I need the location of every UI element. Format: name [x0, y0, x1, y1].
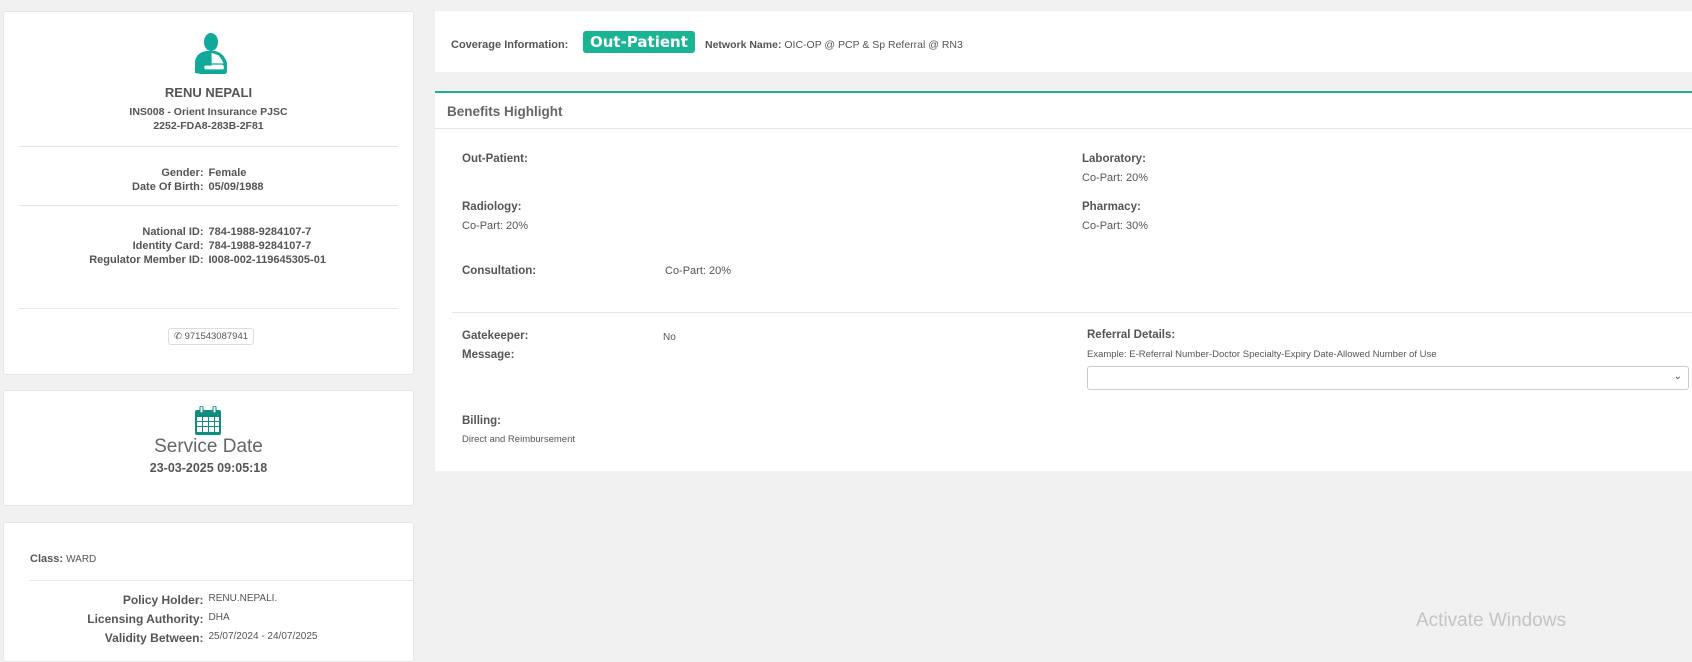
licensing-row: Licensing Authority: DHA	[4, 612, 413, 626]
policy-holder-row: Policy Holder: RENU.NEPALI.	[4, 593, 413, 607]
chevron-down-icon: ⌄	[1673, 371, 1682, 382]
phone-badge[interactable]: ✆ 971543087941	[168, 328, 255, 345]
member-card: RENU NEPALI INS008 - Orient Insurance PJ…	[3, 11, 414, 375]
regulator-label: Regulator Member ID:	[89, 254, 204, 266]
national-id-value: 784-1988-9284107-7	[208, 226, 312, 238]
service-date-card: Service Date 23-03-2025 09:05:18	[3, 390, 414, 506]
consultation-label: Consultation:	[462, 265, 537, 277]
patient-icon	[195, 33, 227, 74]
coverage-label: Coverage Information:	[451, 39, 569, 51]
billing-value: Direct and Reimbursement	[462, 434, 575, 445]
billing-label: Billing:	[462, 415, 501, 427]
licensing-label: Licensing Authority:	[87, 612, 204, 626]
validity-value: 25/07/2024 - 24/07/2025	[208, 631, 318, 642]
class-value: WARD	[66, 554, 97, 565]
national-id-row: National ID: 784-1988-9284107-7	[4, 226, 413, 238]
dob-label: Date Of Birth:	[132, 181, 204, 193]
network-row: Network Name: OIC-OP @ PCP & Sp Referral…	[705, 39, 963, 51]
network-value: OIC-OP @ PCP & Sp Referral @ RN3	[784, 39, 963, 51]
policy-holder-value: RENU.NEPALI.	[208, 593, 278, 604]
validity-row: Validity Between: 25/07/2024 - 24/07/2025	[4, 631, 413, 645]
pharmacy-value: Co-Part: 30%	[1082, 220, 1149, 232]
insurer-name: INS008 - Orient Insurance PJSC	[129, 106, 288, 118]
laboratory-label: Laboratory:	[1082, 153, 1146, 165]
benefits-card: Benefits Highlight Out-Patient: Laborato…	[435, 91, 1692, 471]
member-name: RENU NEPALI	[164, 85, 253, 100]
network-label: Network Name:	[705, 39, 782, 51]
gender-row: Gender: Female	[4, 167, 413, 179]
class-row: Class: WARD	[30, 553, 96, 565]
referral-label: Referral Details:	[1087, 329, 1176, 341]
gatekeeper-value: No	[663, 332, 676, 343]
dob-row: Date Of Birth: 05/09/1988	[4, 181, 413, 193]
validity-label: Validity Between:	[104, 631, 204, 645]
service-datetime: 23-03-2025 09:05:18	[149, 461, 268, 475]
gender-label: Gender:	[161, 167, 204, 179]
outpatient-label: Out-Patient:	[462, 153, 528, 165]
policy-card: Class: WARD Policy Holder: RENU.NEPALI. L…	[3, 522, 414, 662]
identity-card-label: Identity Card:	[132, 240, 204, 252]
service-date-title: Service Date	[154, 436, 263, 457]
activate-windows-watermark: Activate Windows	[1416, 610, 1566, 631]
coverage-card: Coverage Information: Out-Patient Networ…	[435, 11, 1692, 72]
referral-select[interactable]: ⌄	[1087, 366, 1689, 390]
phone-icon: ✆	[174, 331, 182, 342]
phone-number: 971543087941	[184, 331, 249, 342]
calendar-icon	[195, 406, 221, 435]
dob-value: 05/09/1988	[208, 181, 264, 193]
gatekeeper-label: Gatekeeper:	[462, 330, 529, 342]
policy-holder-label: Policy Holder:	[122, 593, 204, 607]
consultation-value: Co-Part: 20%	[665, 265, 732, 277]
radiology-label: Radiology:	[462, 201, 522, 213]
gender-value: Female	[208, 167, 247, 179]
message-label: Message:	[462, 349, 515, 361]
pharmacy-label: Pharmacy:	[1082, 201, 1141, 213]
radiology-value: Co-Part: 20%	[462, 220, 529, 232]
benefits-title: Benefits Highlight	[447, 104, 563, 119]
coverage-badge: Out-Patient	[583, 31, 695, 53]
identity-card-row: Identity Card: 784-1988-9284107-7	[4, 240, 413, 252]
class-label: Class:	[30, 553, 64, 565]
national-id-label: National ID:	[142, 226, 204, 238]
laboratory-value: Co-Part: 20%	[1082, 172, 1149, 184]
licensing-value: DHA	[208, 612, 230, 623]
regulator-row: Regulator Member ID: I008-002-119645305-0…	[4, 254, 413, 266]
card-number: 2252-FDA8-283B-2F81	[153, 120, 264, 132]
regulator-value: I008-002-119645305-01	[208, 254, 326, 266]
referral-example: Example: E-Referral Number-Doctor Specia…	[1087, 349, 1437, 360]
identity-card-value: 784-1988-9284107-7	[208, 240, 312, 252]
